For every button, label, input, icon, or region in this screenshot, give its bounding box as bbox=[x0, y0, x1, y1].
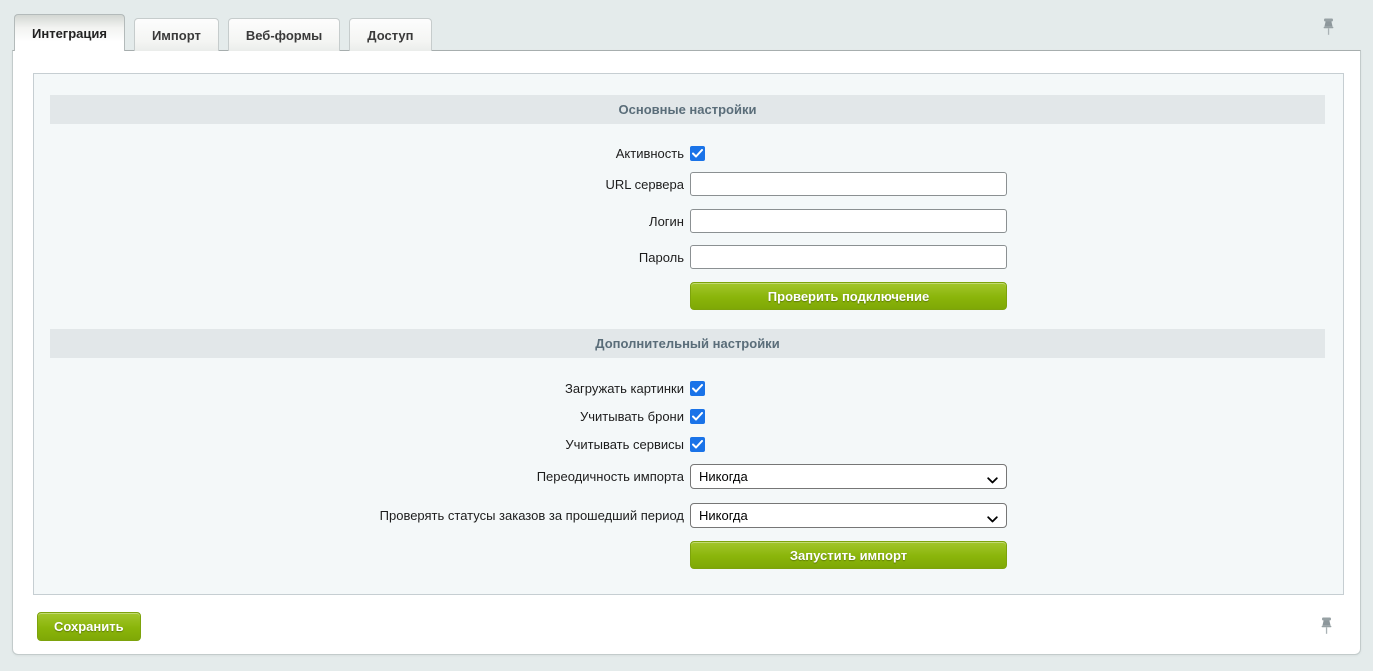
checkmark-icon bbox=[692, 412, 703, 421]
field-label: Учитывать сервисы bbox=[34, 437, 684, 452]
select-value: Никогда bbox=[699, 508, 748, 523]
import-frequency-select[interactable]: Никогда bbox=[690, 464, 1007, 489]
pin-icon-bottom[interactable] bbox=[1319, 617, 1334, 635]
checkmark-icon bbox=[692, 149, 703, 158]
select-value: Никогда bbox=[699, 469, 748, 484]
section-header-main-settings: Основные настройки bbox=[50, 95, 1325, 124]
form-row: Проверять статусы заказов за прошедший п… bbox=[34, 503, 1343, 528]
tab-label: Веб-формы bbox=[246, 28, 322, 43]
tab-label: Доступ bbox=[367, 28, 413, 43]
login-input[interactable] bbox=[690, 209, 1007, 233]
field-label: Пароль bbox=[34, 250, 684, 265]
form-row: Учитывать брони bbox=[34, 409, 1343, 424]
section-title: Основные настройки bbox=[619, 102, 757, 117]
activity-checkbox[interactable] bbox=[690, 146, 705, 161]
save-button[interactable]: Сохранить bbox=[37, 612, 141, 641]
pin-icon bbox=[1319, 617, 1334, 635]
field-label: Загружать картинки bbox=[34, 381, 684, 396]
tab-label: Интеграция bbox=[32, 26, 107, 41]
tab-integration[interactable]: Интеграция bbox=[14, 14, 125, 51]
form-row: Логин bbox=[34, 209, 1343, 233]
section-header-additional-settings: Дополнительный настройки bbox=[50, 329, 1325, 358]
tab-label: Импорт bbox=[152, 28, 201, 43]
server-url-input[interactable] bbox=[690, 172, 1007, 196]
form-row: Загружать картинки bbox=[34, 381, 1343, 396]
integration-form: Основные настройки Активность URL сервер… bbox=[33, 73, 1344, 595]
consider-bookings-checkbox[interactable] bbox=[690, 409, 705, 424]
chevron-down-icon bbox=[987, 472, 998, 487]
field-label: Логин bbox=[34, 214, 684, 229]
form-row: URL сервера bbox=[34, 172, 1343, 196]
form-row: Учитывать сервисы bbox=[34, 437, 1343, 452]
form-row: Переодичность импорта Никогда bbox=[34, 464, 1343, 489]
form-row: Запустить импорт bbox=[34, 541, 1343, 569]
field-label: Активность bbox=[34, 146, 684, 161]
form-row: Пароль bbox=[34, 245, 1343, 269]
form-row: Проверить подключение bbox=[34, 282, 1343, 310]
field-label: Переодичность импорта bbox=[34, 469, 684, 484]
section-title: Дополнительный настройки bbox=[595, 336, 779, 351]
run-import-button[interactable]: Запустить импорт bbox=[690, 541, 1007, 569]
checkmark-icon bbox=[692, 440, 703, 449]
form-row: Активность bbox=[34, 146, 1343, 161]
settings-panel: Основные настройки Активность URL сервер… bbox=[12, 50, 1361, 655]
password-input[interactable] bbox=[690, 245, 1007, 269]
check-connection-button[interactable]: Проверить подключение bbox=[690, 282, 1007, 310]
chevron-down-icon bbox=[987, 511, 998, 526]
field-label: Учитывать брони bbox=[34, 409, 684, 424]
checkmark-icon bbox=[692, 384, 703, 393]
consider-services-checkbox[interactable] bbox=[690, 437, 705, 452]
tab-bar: Интеграция Импорт Веб-формы Доступ bbox=[0, 0, 1373, 50]
tab-access[interactable]: Доступ bbox=[349, 18, 431, 51]
tab-import[interactable]: Импорт bbox=[134, 18, 219, 51]
load-images-checkbox[interactable] bbox=[690, 381, 705, 396]
field-label: URL сервера bbox=[34, 177, 684, 192]
field-label: Проверять статусы заказов за прошедший п… bbox=[34, 508, 684, 523]
check-order-statuses-select[interactable]: Никогда bbox=[690, 503, 1007, 528]
tab-web-forms[interactable]: Веб-формы bbox=[228, 18, 340, 51]
